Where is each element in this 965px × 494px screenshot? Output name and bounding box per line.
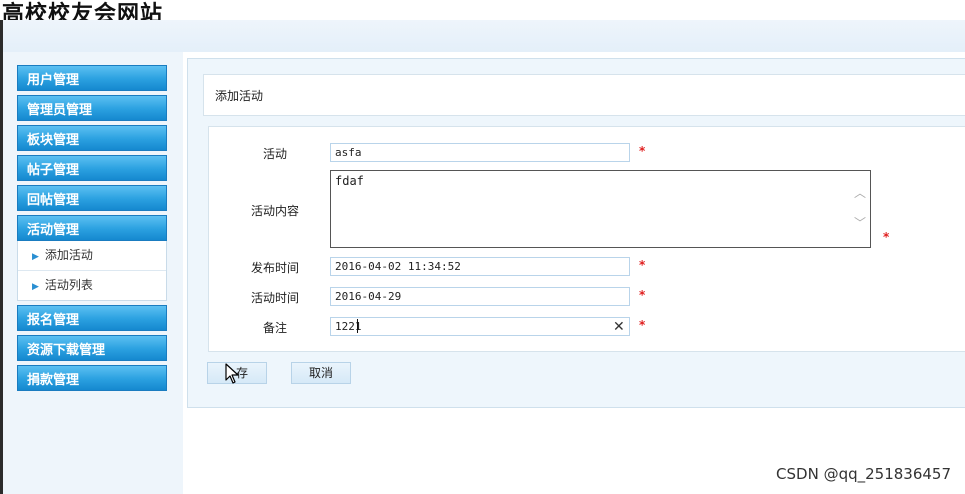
menu-resource-download-management[interactable]: 资源下载管理 [17,335,167,361]
activity-time-label: 活动时间 [251,291,300,305]
content-label: 活动内容 [251,204,300,218]
activity-input[interactable]: asfa [330,143,630,162]
text-caret [357,319,358,333]
menu-signup-management[interactable]: 报名管理 [17,305,167,331]
menu-activity-management[interactable]: 活动管理 [17,215,167,241]
menu-post-management[interactable]: 帖子管理 [17,155,167,181]
publish-time-input[interactable]: 2016-04-02 11:34:52 [330,257,630,276]
top-banner [0,20,965,52]
activity-time-input[interactable]: 2016-04-29 [330,287,630,306]
menu-donation-management[interactable]: 捐款管理 [17,365,167,391]
submenu-label: 活动列表 [44,278,93,292]
required-mark: * [639,318,646,332]
activity-label: 活动 [263,147,288,161]
triangle-right-icon: ▶ [32,282,39,292]
publish-time-label: 发布时间 [251,261,300,275]
menu-reply-management[interactable]: 回帖管理 [17,185,167,211]
content-textarea[interactable]: fdaf [330,170,871,248]
activity-submenu: ▶ 添加活动 ▶ 活动列表 [17,241,167,301]
required-mark: * [639,258,646,272]
remark-label: 备注 [263,321,288,335]
required-mark: * [883,230,890,244]
triangle-right-icon: ▶ [32,252,39,262]
watermark: CSDN @qq_251836457 [776,465,951,483]
required-mark: * [639,288,646,302]
menu-user-management[interactable]: 用户管理 [17,65,167,91]
clear-icon[interactable]: ✕ [613,319,625,335]
scroll-up-icon[interactable]: ︿ [854,184,866,201]
menu-admin-management[interactable]: 管理员管理 [17,95,167,121]
cancel-button[interactable]: 取消 [291,362,351,384]
menu-board-management[interactable]: 板块管理 [17,125,167,151]
mouse-cursor-icon [225,363,239,384]
required-mark: * [639,144,646,158]
panel-title: 添加活动 [203,74,965,116]
submenu-add-activity[interactable]: ▶ 添加活动 [18,241,166,271]
remark-input[interactable]: 1221 [330,317,630,336]
submenu-activity-list[interactable]: ▶ 活动列表 [18,271,166,300]
sidebar-menu: 用户管理 管理员管理 板块管理 帖子管理 回帖管理 活动管理 ▶ 添加活动 ▶ 活动… [17,65,167,395]
submenu-label: 添加活动 [44,248,93,262]
scroll-down-icon[interactable]: ﹀ [854,214,866,231]
